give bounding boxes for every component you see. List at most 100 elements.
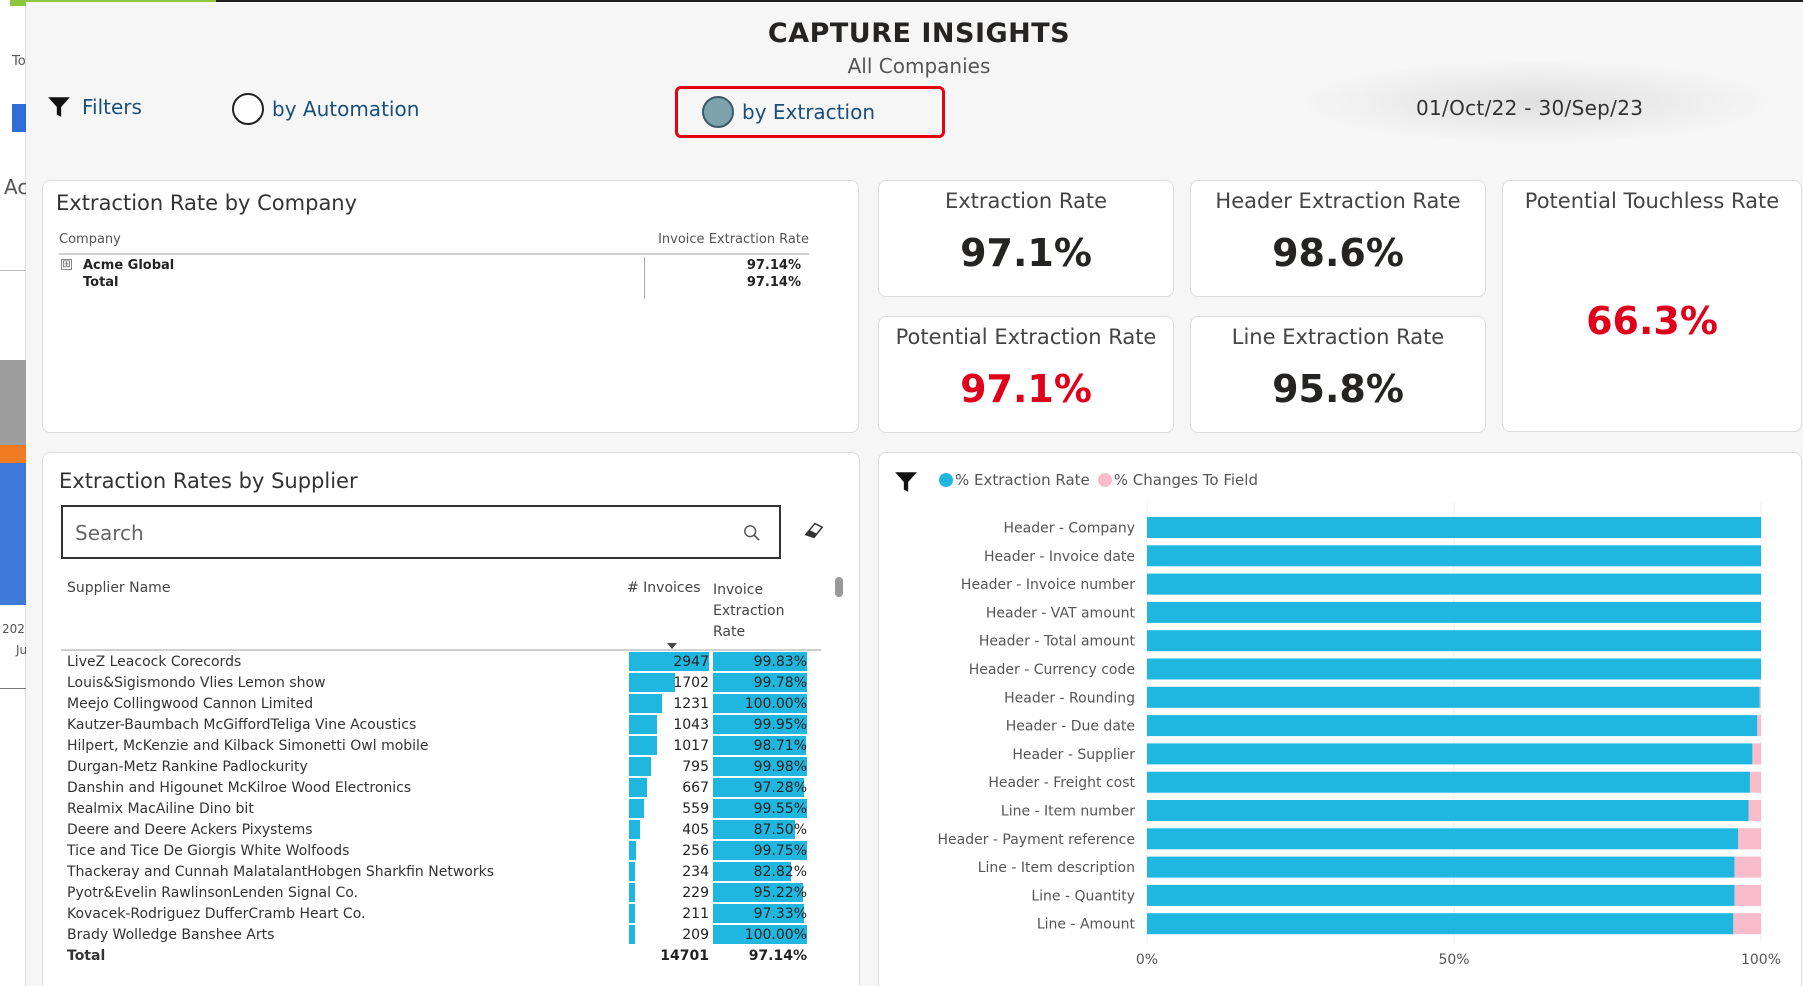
supplier-table-scrollbar[interactable] [835, 577, 843, 597]
bar-extraction-rate [1147, 856, 1735, 878]
supplier-name: Danshin and Higounet McKilroe Wood Elect… [67, 780, 412, 796]
background-green-accent [10, 0, 26, 6]
rate-value: 99.95% [753, 717, 807, 733]
eraser-icon[interactable] [803, 519, 825, 541]
filters-button[interactable]: Filters [46, 94, 142, 120]
table-row[interactable]: Pyotr&Evelin RawlinsonLenden Signal Co. 2… [61, 882, 821, 903]
by-extraction-label: by Extraction [742, 100, 875, 124]
y-category-label: Header - Rounding [1004, 690, 1135, 706]
kpi-title: Extraction Rate [944, 189, 1108, 213]
table-row[interactable]: Hilpert, McKenzie and Kilback Simonetti … [61, 735, 821, 756]
bar-extraction-rate [1147, 517, 1761, 538]
by-automation-radio[interactable]: by Automation [232, 93, 419, 125]
bar-extraction-rate [1147, 743, 1753, 765]
rate-value: 99.75% [753, 843, 807, 859]
total-rate: 97.14% [748, 948, 807, 964]
kpi-line-extraction-rate[interactable]: Line Extraction Rate 95.8% [1190, 316, 1486, 433]
table-row[interactable]: Kovacek-Rodriguez DufferCramb Heart Co. 2… [61, 903, 821, 924]
x-tick-label: 50% [1438, 952, 1469, 968]
invoices-count: 211 [682, 906, 709, 922]
kpi-title: Line Extraction Rate [1231, 325, 1445, 349]
total-invoices: 14701 [660, 948, 709, 964]
invoices-count: 234 [682, 864, 709, 880]
kpi-potential-touchless-rate[interactable]: Potential Touchless Rate 66.3% [1502, 180, 1802, 432]
field-extraction-chart: 0% 50% 100% Header - Company Header - Invoic… [937, 503, 1781, 968]
background-blue-block [12, 104, 26, 132]
table-row[interactable]: Brady Wolledge Banshee Arts 209 100.00% [61, 924, 821, 945]
rate-col-header[interactable]: Invoice Extraction Rate [658, 232, 809, 247]
table-row[interactable]: Realmix MacAiline Dino bit 559 99.55% [61, 798, 821, 819]
invoices-count: 1702 [673, 675, 709, 691]
kpi-potential-extraction-rate[interactable]: Potential Extraction Rate 97.1% [878, 316, 1174, 433]
table-row[interactable]: LiveZ Leacock Corecords 2947 99.83% [61, 651, 821, 672]
y-category-label: Header - Invoice date [984, 549, 1135, 565]
table-row[interactable]: Kautzer-Baumbach McGiffordTeliga Vine Ac… [61, 714, 821, 735]
rate-value: 99.98% [753, 759, 807, 775]
table-row[interactable]: Thackeray and Cunnah MalatalantHobgen Sh… [61, 861, 821, 882]
bar-extraction-rate [1147, 771, 1750, 793]
filter-icon [48, 97, 70, 117]
page-title: CAPTURE INSIGHTS [767, 18, 1071, 49]
y-category-label: Header - Due date [1006, 719, 1135, 735]
search-input[interactable] [75, 520, 715, 546]
supplier-rows: LiveZ Leacock Corecords 2947 99.83% Louis&… [61, 651, 821, 966]
supplier-name: LiveZ Leacock Corecords [67, 654, 242, 670]
background-text-1: To [12, 54, 26, 69]
invoices-count: 667 [682, 780, 709, 796]
bar-extraction-rate [1147, 884, 1735, 906]
search-icon[interactable] [743, 524, 761, 542]
supplier-table: Supplier Name # Invoices Invoice Extract… [61, 571, 821, 966]
rate-value: 99.55% [753, 801, 807, 817]
bar-extraction-rate [1147, 630, 1761, 652]
company-name: Acme Global [83, 258, 175, 273]
table-row[interactable]: Deere and Deere Ackers Pixystems 405 87.50… [61, 819, 821, 840]
kpi-title: Potential Extraction Rate [895, 325, 1157, 349]
supplier-name-col-header[interactable]: Supplier Name [67, 580, 170, 596]
rate-col-header[interactable]: Invoice Extraction Rate [713, 580, 784, 643]
kpi-value: 97.1% [960, 367, 1092, 411]
bar-extraction-rate [1147, 715, 1758, 737]
y-category-label: Line - Quantity [1031, 888, 1135, 904]
background-text-3: 202 [2, 622, 25, 636]
y-category-label: Line - Item number [1001, 804, 1135, 820]
company-table: Company Invoice Extraction Rate ⊞ Acme G… [59, 227, 809, 299]
kpi-extraction-rate[interactable]: Extraction Rate 97.1% [878, 180, 1174, 297]
by-extraction-radio[interactable]: by Extraction [675, 86, 945, 138]
supplier-name: Durgan-Metz Rankine Padlockurity [67, 759, 308, 775]
table-row[interactable]: Meejo Collingwood Cannon Limited 1231 100.… [61, 693, 821, 714]
supplier-name: Deere and Deere Ackers Pixystems [67, 822, 313, 838]
company-col-header[interactable]: Company [59, 232, 121, 247]
bar-changes-to-field [1734, 884, 1761, 906]
supplier-name: Hilpert, McKenzie and Kilback Simonetti … [67, 738, 429, 754]
bar-changes-to-field [1738, 828, 1761, 850]
bar-extraction-rate [1147, 686, 1760, 708]
rate-value: 97.28% [753, 780, 807, 796]
y-category-label: Header - Payment reference [937, 832, 1135, 848]
supplier-search-box[interactable] [61, 505, 781, 559]
kpi-value: 97.1% [960, 231, 1092, 275]
supplier-name: Louis&Sigismondo Vlies Lemon show [67, 675, 326, 691]
invoices-col-header[interactable]: # Invoices [627, 580, 701, 596]
table-row[interactable]: Durgan-Metz Rankine Padlockurity 795 99.98… [61, 756, 821, 777]
invoices-count: 1231 [673, 696, 709, 712]
kpi-value: 95.8% [1272, 367, 1404, 411]
kpi-header-extraction-rate[interactable]: Header Extraction Rate 98.6% [1190, 180, 1486, 297]
invoices-count: 1043 [673, 717, 709, 733]
rate-header-line-3: Rate [713, 624, 746, 640]
bar-changes-to-field [1748, 800, 1761, 821]
supplier-name: Realmix MacAiline Dino bit [67, 801, 254, 817]
bar-extraction-rate [1147, 828, 1739, 850]
x-tick-label: 100% [1741, 952, 1781, 968]
bar-extraction-rate [1147, 601, 1761, 623]
kpi-value: 66.3% [1586, 299, 1718, 343]
rate-value: 99.83% [753, 654, 807, 670]
company-row[interactable]: ⊞ Acme Global 97.14% [59, 255, 809, 275]
sort-desc-icon[interactable] [667, 643, 677, 649]
date-range[interactable]: 01/Oct/22 - 30/Sep/23 [1416, 96, 1643, 120]
company-rate: 97.14% [746, 258, 801, 273]
table-row[interactable]: Tice and Tice De Giorgis White Wolfoods 2… [61, 840, 821, 861]
table-row[interactable]: Danshin and Higounet McKilroe Wood Elect… [61, 777, 821, 798]
expand-icon[interactable]: ⊞ [61, 259, 72, 270]
background-orange-block [0, 445, 26, 463]
table-row[interactable]: Louis&Sigismondo Vlies Lemon show 1702 99.… [61, 672, 821, 693]
